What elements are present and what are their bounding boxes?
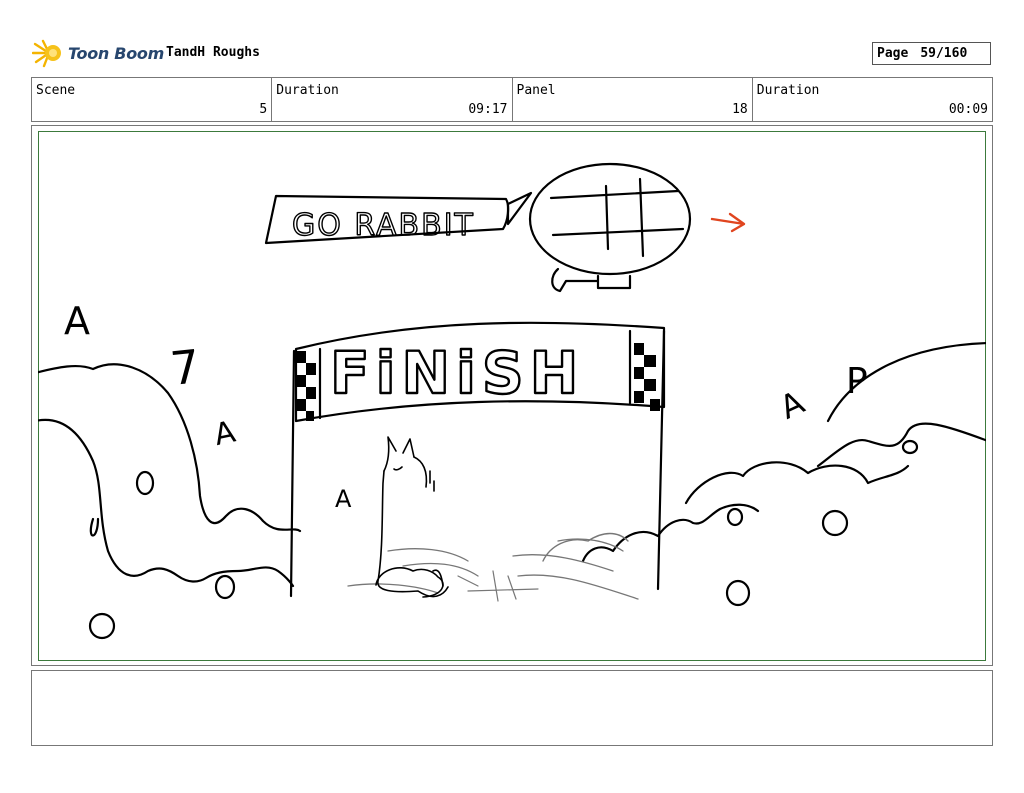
right-hill-mid bbox=[816, 422, 986, 468]
panel-value: 18 bbox=[732, 102, 748, 117]
notes-box bbox=[31, 670, 993, 746]
page-indicator: Page 59/160 bbox=[872, 42, 991, 65]
logo-text: Toon Boom bbox=[68, 43, 164, 63]
sign-letter: P bbox=[846, 361, 868, 402]
scene-value: 5 bbox=[259, 102, 268, 117]
panel-label: Panel bbox=[516, 83, 556, 98]
sign-letter: A bbox=[335, 485, 352, 513]
fox-character bbox=[375, 436, 449, 598]
sign-letter: A bbox=[211, 414, 239, 453]
storyboard-sketch: A 7 A A A P FiNiSH GO RABBIT bbox=[38, 162, 986, 640]
banner-text: GO RABBIT bbox=[292, 208, 475, 243]
toon-boom-logo: Toon Boom bbox=[32, 38, 164, 68]
page-value: 59/160 bbox=[920, 46, 968, 61]
finish-text: FiNiSH bbox=[330, 339, 584, 407]
panel-cell: Panel 18 bbox=[513, 78, 753, 121]
panel-duration-value: 00:09 bbox=[948, 102, 988, 117]
rock bbox=[135, 470, 155, 496]
project-title: TandH Roughs bbox=[166, 45, 260, 60]
page-label: Page bbox=[877, 46, 909, 61]
starburst-icon bbox=[32, 39, 61, 68]
left-hill-bumps bbox=[38, 418, 295, 588]
left-hills bbox=[38, 363, 302, 537]
panel-duration-label: Duration bbox=[756, 83, 820, 98]
scene-duration-value: 09:17 bbox=[468, 102, 508, 117]
sign-letter: 7 bbox=[168, 339, 203, 396]
sign-letter: A bbox=[774, 383, 810, 427]
scene-cell: Scene 5 bbox=[32, 78, 273, 121]
blimp-body bbox=[528, 162, 692, 276]
scene-duration-cell: Duration 09:17 bbox=[272, 78, 513, 121]
scene-label: Scene bbox=[36, 83, 76, 98]
direction-arrow-icon bbox=[710, 212, 746, 233]
sign-letter: A bbox=[64, 299, 90, 343]
scene-duration-label: Duration bbox=[276, 83, 339, 98]
panel-duration-cell: Duration 00:09 bbox=[753, 78, 992, 121]
finish-post-left bbox=[289, 349, 296, 598]
right-hill-near bbox=[684, 461, 910, 505]
panel-info-row: Scene 5 Duration 09:17 Panel 18 Duration… bbox=[31, 77, 993, 122]
